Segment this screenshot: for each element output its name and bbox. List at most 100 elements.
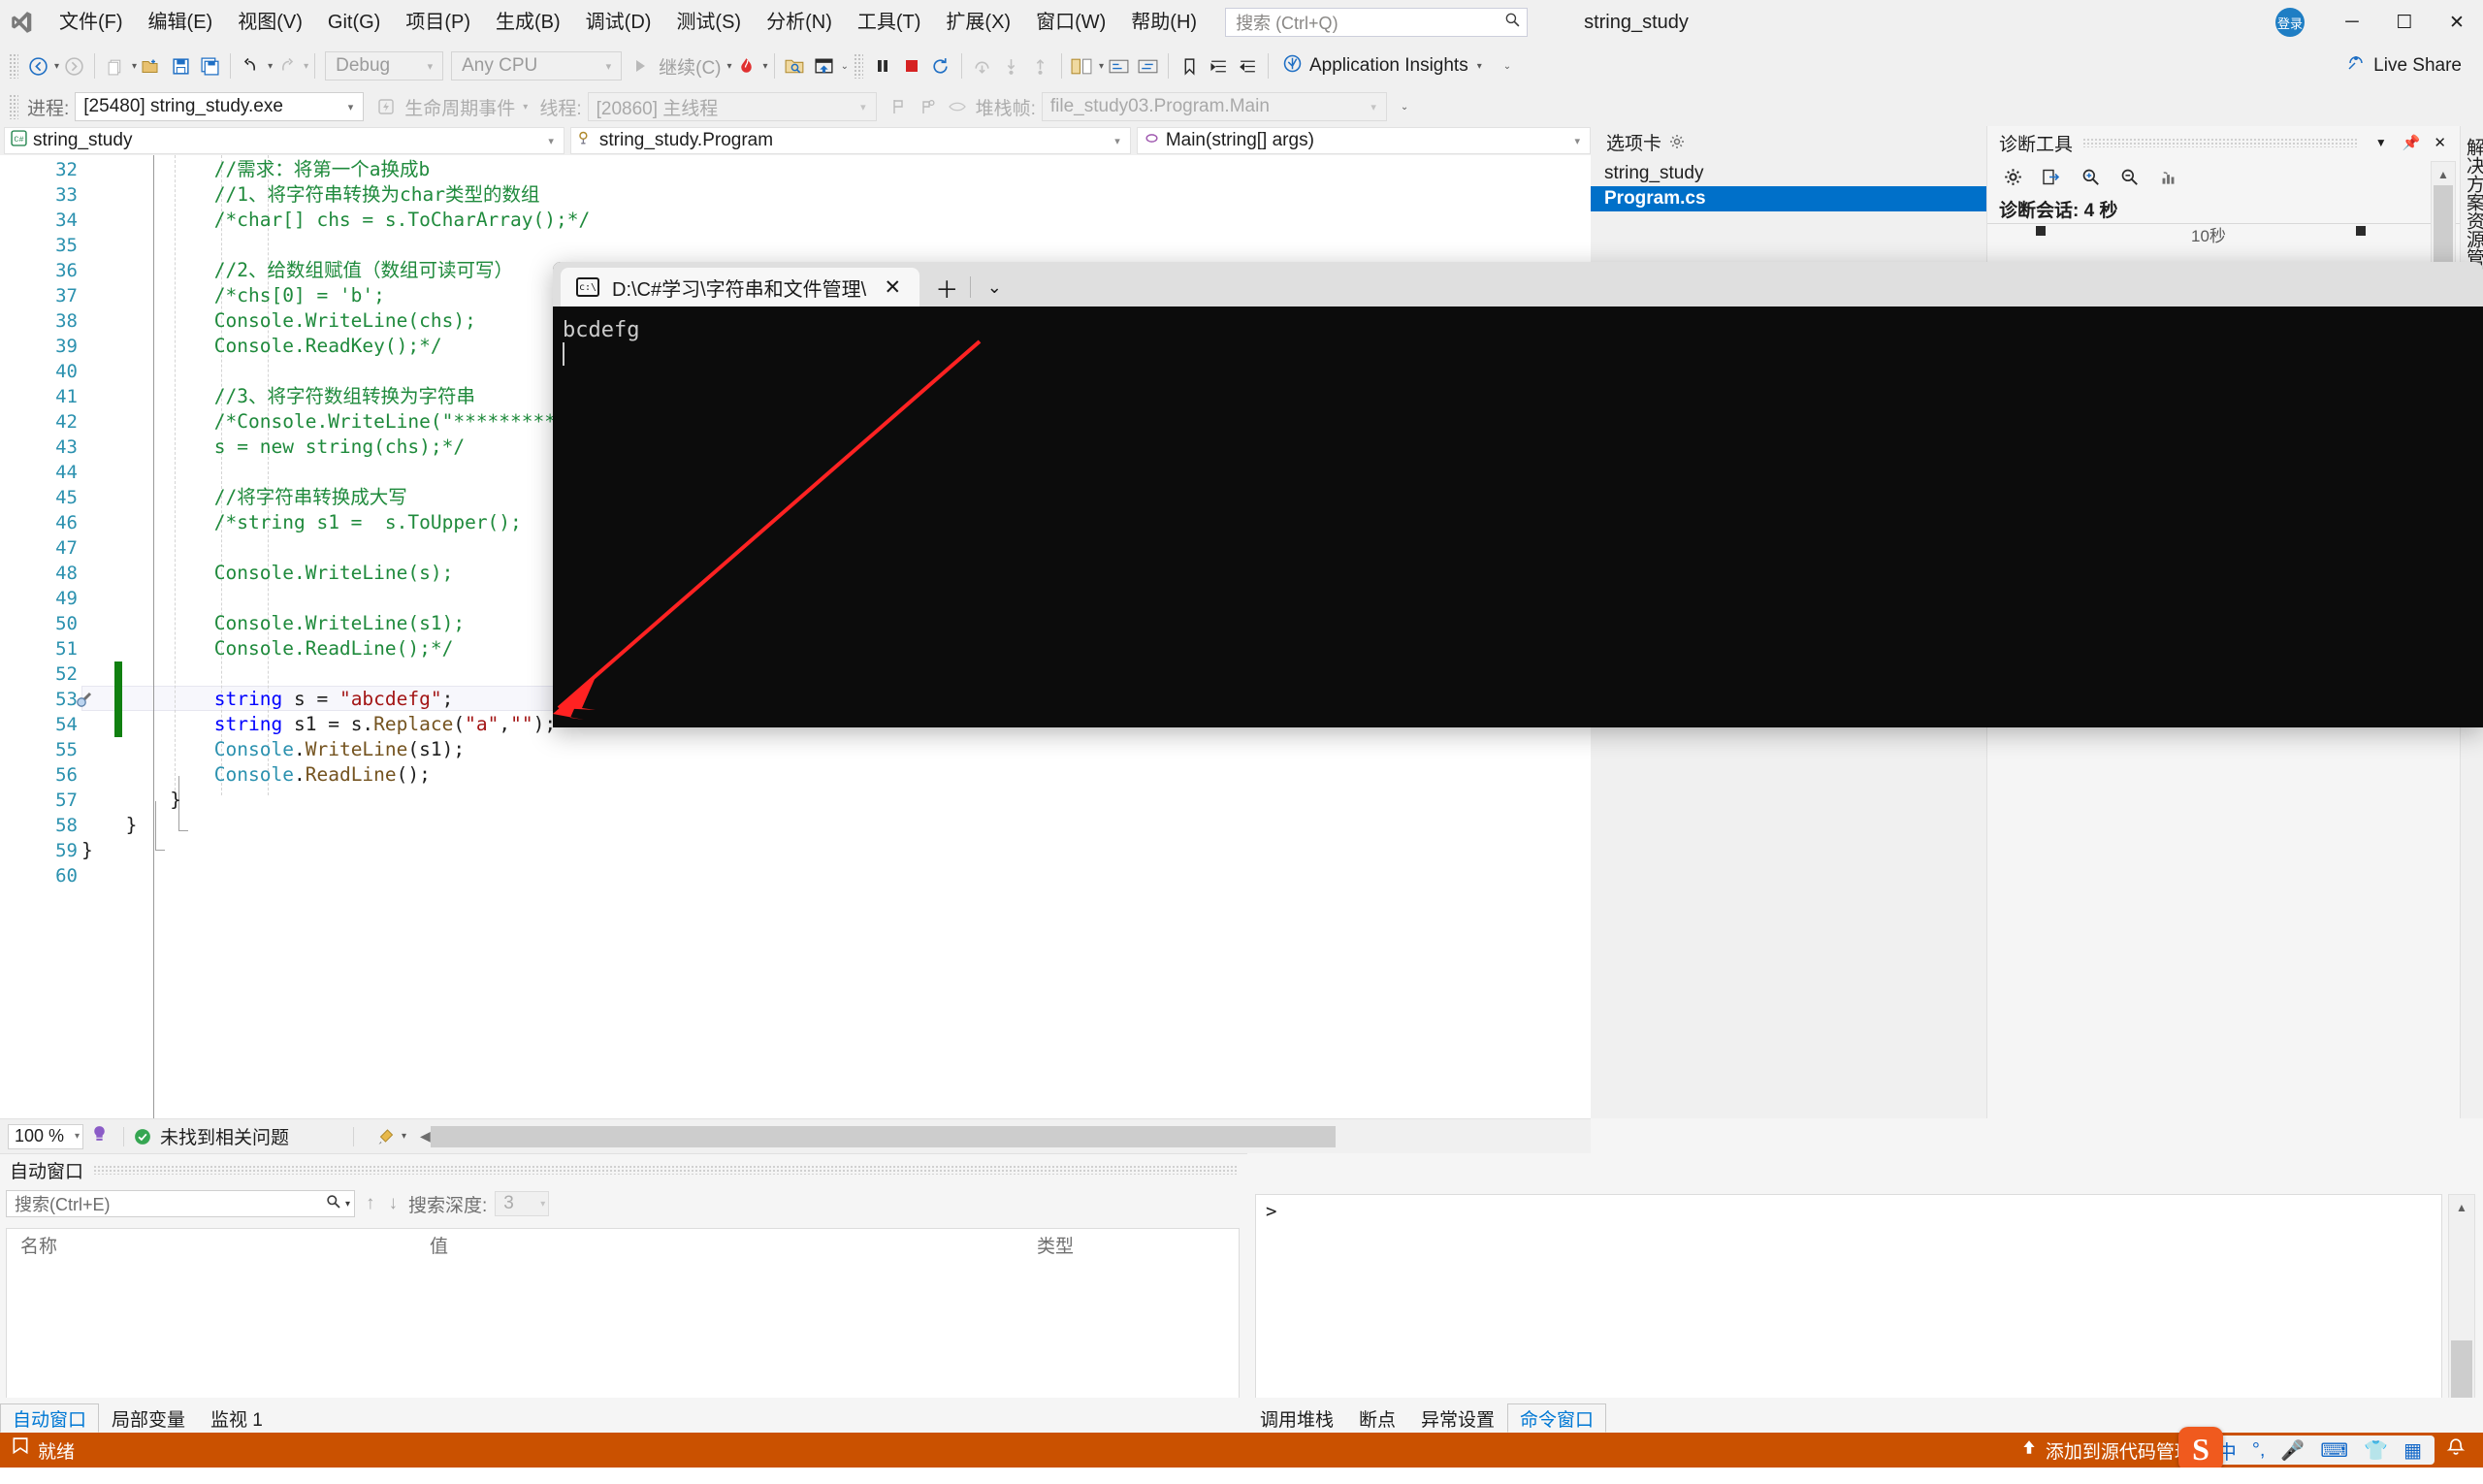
save-icon[interactable] — [166, 49, 195, 82]
code-line[interactable]: /*chs[0] = 'b'; — [214, 283, 385, 308]
zoom-in-icon[interactable] — [2073, 162, 2108, 191]
search-input[interactable]: 搜索 (Ctrl+Q) — [1225, 8, 1529, 37]
maximize-button[interactable]: ☐ — [2378, 0, 2431, 45]
scroll-thumb[interactable] — [2434, 185, 2453, 263]
home-icon[interactable] — [810, 49, 839, 82]
close-button[interactable]: ✕ — [2431, 0, 2483, 45]
zoom-level-select[interactable]: 100 % ▾ — [8, 1123, 83, 1149]
code-line[interactable]: string s1 = s.Replace("a",""); — [214, 712, 556, 737]
menu-item-6[interactable]: 调试(D) — [573, 0, 664, 45]
intellicode-icon[interactable] — [89, 1123, 110, 1149]
code-cleanup-dropdown-icon[interactable]: ▾ — [402, 1131, 406, 1142]
plus-icon[interactable]: ＋ — [927, 268, 966, 306]
microphone-icon[interactable]: 🎤 — [2275, 1438, 2309, 1463]
continue-button-label[interactable]: 继续(C) — [655, 53, 725, 80]
code-line[interactable]: Console.WriteLine(chs); — [214, 308, 476, 334]
application-insights-button[interactable]: Application Insights ▾ — [1274, 53, 1490, 80]
menu-item-5[interactable]: 生成(B) — [483, 0, 573, 45]
add-to-source-control-button[interactable]: 添加到源代码管理 — [2020, 1437, 2193, 1464]
ime-tray[interactable]: 中 °, 🎤 ⌨ 👕 ▦ — [2204, 1436, 2435, 1465]
menu-item-9[interactable]: 工具(T) — [845, 0, 934, 45]
pane-grip[interactable] — [2082, 138, 2358, 147]
close-icon[interactable]: ✕ — [879, 274, 906, 301]
home-dropdown-icon[interactable]: ⌄ — [841, 61, 849, 72]
keyboard-icon[interactable]: ⌨ — [2315, 1438, 2353, 1463]
lifecycle-dropdown-icon[interactable]: ▾ — [523, 102, 528, 113]
column-header-name[interactable]: 名称 — [7, 1232, 430, 1258]
compare-icon[interactable] — [1068, 49, 1097, 82]
command-window-input[interactable]: > — [1255, 1194, 2442, 1425]
code-line[interactable]: //1、将字符串转换为char类型的数组 — [214, 182, 540, 208]
code-line[interactable]: string s = "abcdefg"; — [214, 687, 454, 712]
horizontal-scroll-thumb[interactable] — [430, 1125, 1336, 1147]
sogou-ime-logo[interactable]: S — [2178, 1427, 2223, 1471]
save-all-icon[interactable] — [195, 49, 224, 82]
pane-tab-0[interactable]: 调用堆栈 — [1247, 1403, 1346, 1433]
pane-tab-2[interactable]: 监视 1 — [198, 1403, 275, 1433]
terminal-window[interactable]: c:\ D:\C#学习\字符串和文件管理\ ✕ ＋ ⌄ ─ bcdefg — [553, 262, 2483, 727]
code-line[interactable]: Console.ReadLine(); — [214, 762, 431, 788]
code-line[interactable]: //将字符串转换成大写 — [214, 485, 407, 510]
stop-icon[interactable] — [897, 49, 926, 82]
minimize-button[interactable]: ─ — [2326, 0, 2378, 45]
chevron-down-icon[interactable]: ▾ — [1477, 61, 1482, 72]
chevron-down-icon[interactable]: ▼ — [2368, 136, 2395, 149]
code-line[interactable]: } — [126, 813, 138, 838]
scroll-up-icon[interactable]: ▲ — [2449, 1195, 2474, 1220]
tabs-panel-item-1[interactable]: Program.cs — [1591, 186, 1986, 211]
pane-grip[interactable] — [93, 1165, 1238, 1175]
navigate-back-icon[interactable] — [23, 49, 52, 82]
comment-icon[interactable] — [1104, 49, 1133, 82]
menu-item-2[interactable]: 视图(V) — [225, 0, 315, 45]
code-line[interactable]: //需求：将第一个a换成b — [214, 157, 430, 182]
platform-combo[interactable]: Any CPU ▾ — [451, 51, 623, 81]
menu-item-8[interactable]: 分析(N) — [754, 0, 845, 45]
pin-icon[interactable]: 📌 — [2395, 134, 2429, 151]
menu-item-3[interactable]: Git(G) — [315, 0, 393, 45]
zoom-out-icon[interactable] — [2112, 162, 2146, 191]
search-depth-input[interactable]: 3 ▾ — [495, 1191, 550, 1216]
gear-icon[interactable] — [1995, 162, 2030, 191]
toolbar-grip[interactable] — [853, 53, 863, 79]
autos-search-input[interactable]: 搜索(Ctrl+E) ▾ — [6, 1190, 355, 1217]
menu-item-10[interactable]: 扩展(X) — [933, 0, 1023, 45]
code-line[interactable]: Console.WriteLine(s1); — [214, 611, 465, 636]
tabs-panel-list[interactable]: string_study Program.cs — [1591, 157, 1986, 211]
indent-icon[interactable] — [1204, 49, 1233, 82]
pane-tab-1[interactable]: 断点 — [1346, 1403, 1408, 1433]
horizontal-scrollbar[interactable] — [430, 1125, 1591, 1147]
arrow-down-icon[interactable]: ↓ — [386, 1193, 402, 1214]
outdent-icon[interactable] — [1233, 49, 1262, 82]
toolbox-icon[interactable]: ▦ — [2399, 1438, 2427, 1463]
undo-icon[interactable] — [237, 49, 266, 82]
pane-tab-1[interactable]: 局部变量 — [99, 1403, 198, 1433]
menu-item-4[interactable]: 项目(P) — [393, 0, 483, 45]
search-icon[interactable] — [1504, 12, 1521, 33]
code-line[interactable]: //3、将字符数组转换为字符串 — [214, 384, 475, 409]
toolbar-overflow-icon[interactable]: ⌄ — [1503, 61, 1511, 72]
toolbar-overflow-icon[interactable]: ⌄ — [1401, 102, 1408, 113]
thread-combo[interactable]: [20860] 主线程 ▾ — [587, 92, 877, 121]
account-avatar[interactable]: 登录 — [2275, 8, 2305, 37]
menu-item-11[interactable]: 窗口(W) — [1023, 0, 1118, 45]
chevron-down-icon[interactable]: ▾ — [341, 1199, 350, 1210]
hot-reload-icon[interactable] — [732, 49, 761, 82]
uncomment-icon[interactable] — [1133, 49, 1162, 82]
bell-icon[interactable] — [2446, 1437, 2475, 1464]
toolbar-grip[interactable] — [9, 94, 18, 119]
code-line[interactable]: /*char[] chs = s.ToCharArray();*/ — [214, 208, 590, 233]
code-line[interactable]: Console.WriteLine(s1); — [214, 737, 465, 762]
code-line[interactable]: } — [170, 788, 181, 813]
scroll-thumb[interactable] — [2451, 1340, 2472, 1399]
menu-bar[interactable]: 文件(F) 编辑(E) 视图(V) Git(G) 项目(P) 生成(B) 调试(D) 测试(S… — [47, 0, 1209, 45]
pane-tab-0[interactable]: 自动窗口 — [0, 1403, 100, 1433]
punctuation-icon[interactable]: °, — [2247, 1439, 2271, 1462]
tabs-panel-item-0[interactable]: string_study — [1591, 161, 1986, 186]
stackframe-combo[interactable]: file_study03.Program.Main ▾ — [1041, 92, 1387, 121]
close-icon[interactable]: ✕ — [2428, 134, 2452, 151]
project-dropdown[interactable]: C# string_study ▾ — [4, 127, 564, 154]
arrow-up-icon[interactable]: ↑ — [363, 1193, 378, 1214]
terminal-output[interactable]: bcdefg — [553, 306, 2483, 727]
gear-icon[interactable] — [1669, 134, 1685, 149]
toolbar-grip[interactable] — [9, 53, 18, 79]
